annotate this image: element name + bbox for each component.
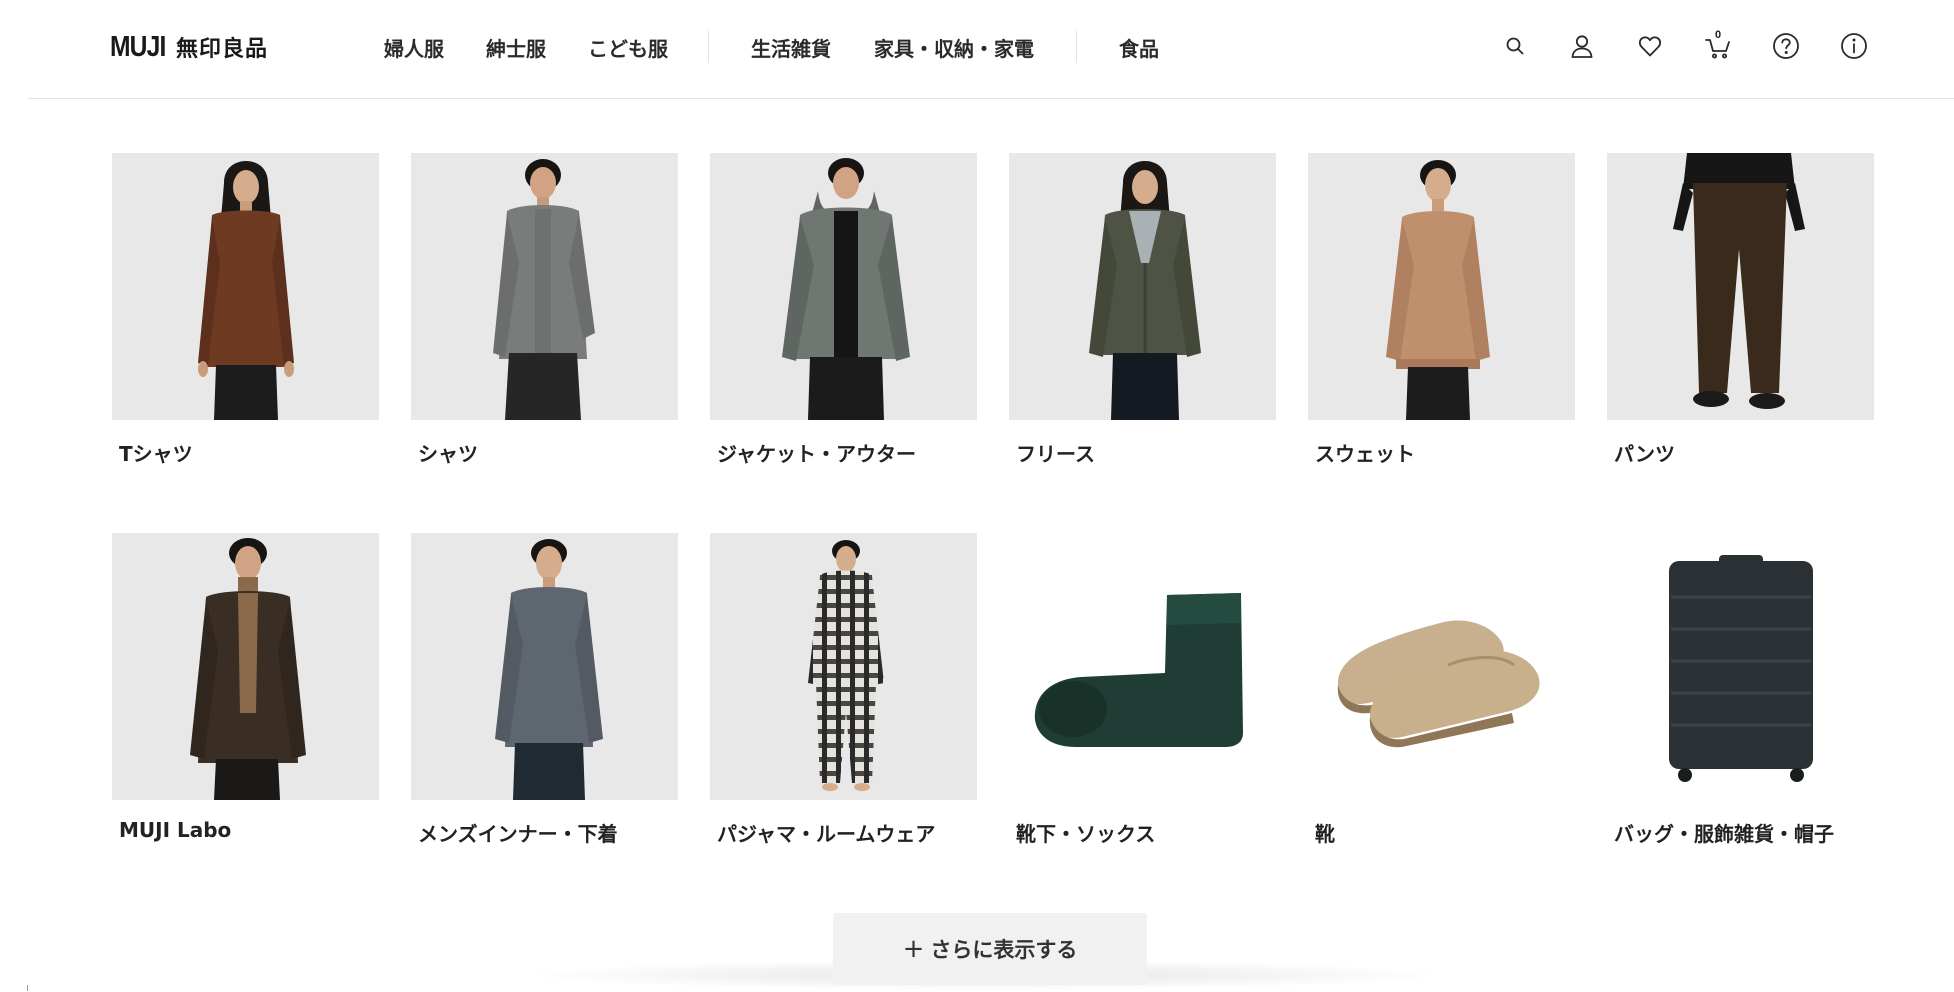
category-card-shoes[interactable]: 靴	[1308, 533, 1575, 847]
muji-logo[interactable]: MUJI 無印良品	[110, 27, 268, 67]
category-image-tshirts	[112, 153, 379, 420]
category-card-bags-accessories[interactable]: バッグ・服飾雑貨・帽子	[1607, 533, 1874, 847]
category-label: フリース	[1016, 442, 1095, 466]
nav-mens-clothing[interactable]: 紳士服	[486, 33, 546, 62]
site-header: MUJI 無印良品 婦人服 紳士服 こども服 生活雑貨 家具・収納・家電 食品 …	[0, 0, 1954, 96]
nav-divider	[708, 31, 709, 63]
account-button[interactable]	[1564, 28, 1600, 64]
logo-latin-text: MUJI	[110, 30, 166, 63]
category-label: パンツ	[1614, 442, 1675, 466]
cart-count-badge: 0	[1714, 29, 1722, 41]
category-card-socks[interactable]: 靴下・ソックス	[1009, 533, 1276, 847]
category-label: パジャマ・ルームウェア	[717, 822, 936, 846]
category-card-tshirts[interactable]: Tシャツ	[112, 153, 379, 467]
category-card-mens-innerwear[interactable]: メンズインナー・下着	[411, 533, 678, 847]
category-image-socks	[1009, 533, 1276, 800]
category-label: メンズインナー・下着	[418, 822, 618, 846]
search-icon	[1506, 37, 1524, 55]
show-more-button[interactable]: + さらに表示する	[833, 913, 1147, 985]
category-label: バッグ・服飾雑貨・帽子	[1614, 822, 1834, 846]
info-button[interactable]	[1836, 28, 1872, 64]
show-more-label: さらに表示する	[930, 938, 1078, 962]
nav-womens-clothing[interactable]: 婦人服	[384, 33, 444, 62]
category-label: 靴下・ソックス	[1016, 822, 1156, 846]
category-image-fleece	[1009, 153, 1276, 420]
header-divider	[28, 98, 1954, 99]
category-card-shirts[interactable]: シャツ	[411, 153, 678, 467]
nav-kids-clothing[interactable]: こども服	[588, 33, 668, 62]
category-label: ジャケット・アウター	[717, 442, 916, 466]
main-nav: 婦人服 紳士服 こども服 生活雑貨 家具・収納・家電 食品	[384, 26, 1159, 68]
category-image-sweatshirts	[1308, 153, 1575, 420]
category-image-pajamas	[710, 533, 977, 800]
info-circle-icon	[1841, 33, 1867, 59]
category-image-jackets	[710, 153, 977, 420]
heart-icon	[1638, 36, 1662, 57]
category-image-bags-accessories	[1607, 533, 1874, 800]
category-image-pants	[1607, 153, 1874, 420]
category-card-jackets[interactable]: ジャケット・アウター	[710, 153, 977, 467]
edge-tick	[27, 985, 28, 991]
category-image-shoes	[1308, 533, 1575, 800]
category-card-sweatshirts[interactable]: スウェット	[1308, 153, 1575, 467]
logo-kanji-text: 無印良品	[176, 37, 269, 62]
nav-divider	[1076, 31, 1077, 63]
question-circle-icon	[1773, 33, 1799, 59]
category-card-pajamas[interactable]: パジャマ・ルームウェア	[710, 533, 977, 847]
cart-button[interactable]: 0	[1700, 28, 1736, 64]
category-image-shirts	[411, 153, 678, 420]
category-label: MUJI Labo	[119, 818, 232, 842]
category-label: シャツ	[418, 442, 478, 466]
help-button[interactable]	[1768, 28, 1804, 64]
favorites-button[interactable]	[1632, 28, 1668, 64]
plus-icon: +	[902, 934, 925, 964]
category-image-muji-labo	[112, 533, 379, 800]
category-card-muji-labo[interactable]: MUJI Labo	[112, 533, 379, 842]
category-label: Tシャツ	[119, 442, 193, 466]
search-button[interactable]	[1497, 28, 1533, 64]
category-label: 靴	[1315, 822, 1335, 846]
category-image-mens-innerwear	[411, 533, 678, 800]
category-card-pants[interactable]: パンツ	[1607, 153, 1874, 467]
user-icon	[1571, 35, 1593, 58]
category-card-fleece[interactable]: フリース	[1009, 153, 1276, 467]
nav-furniture-storage-appliances[interactable]: 家具・収納・家電	[874, 33, 1034, 62]
nav-household-goods[interactable]: 生活雑貨	[751, 33, 831, 62]
category-label: スウェット	[1315, 442, 1415, 466]
nav-food[interactable]: 食品	[1119, 33, 1159, 62]
